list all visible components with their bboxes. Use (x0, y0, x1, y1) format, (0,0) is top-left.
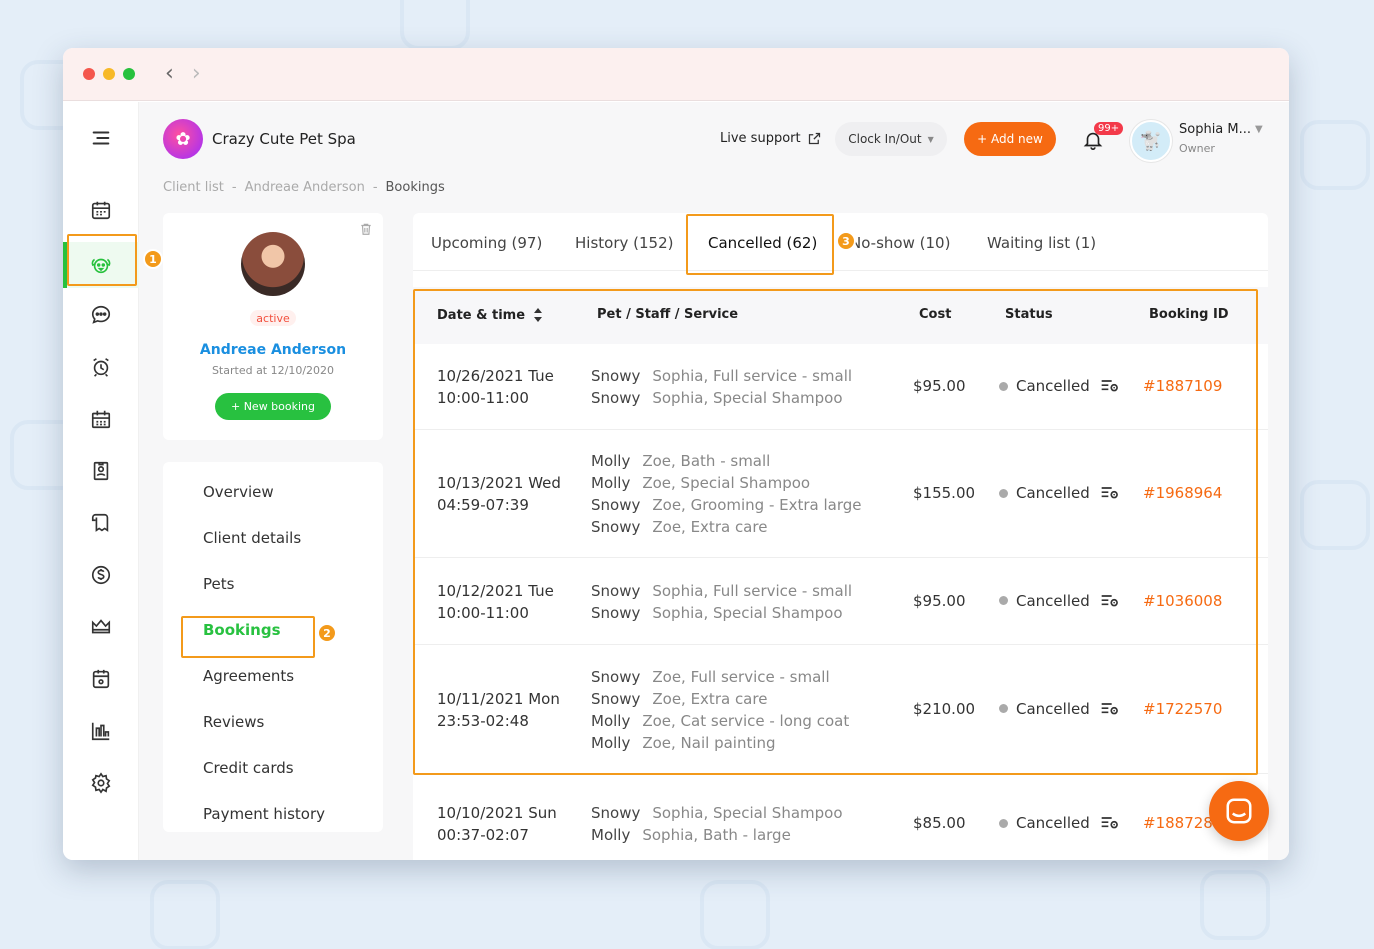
client-started-date: Started at 12/10/2020 (211, 364, 335, 377)
external-link-icon (808, 132, 820, 145)
booking-cost: $85.00 (913, 814, 966, 832)
main-content: ✿ Crazy Cute Pet Spa Live support Clock … (67, 102, 1289, 860)
live-support-link[interactable]: Live support (720, 131, 822, 146)
add-new-button[interactable]: + Add new (964, 122, 1056, 156)
chat-bubble-icon (1226, 798, 1252, 824)
staff-service: Sophia, Bath - large (642, 826, 791, 844)
badge-icon[interactable] (63, 451, 139, 491)
live-support-label: Live support (720, 131, 801, 146)
booking-datetime: 10/10/2021 Sun 00:37-02:07 (437, 802, 557, 846)
trash-icon[interactable] (359, 221, 373, 240)
app-body: ✿ Crazy Cute Pet Spa Live support Clock … (63, 102, 1289, 860)
menu-item-agreements[interactable]: Agreements (203, 667, 294, 685)
chart-icon[interactable] (63, 711, 139, 751)
highlight-box-clients (67, 234, 137, 286)
client-avatar (241, 232, 305, 296)
status-label: Cancelled (1016, 814, 1090, 832)
status-dot (999, 818, 1008, 828)
brand-logo: ✿ (163, 119, 203, 159)
service-line: Snowy Sophia, Special Shampoo (591, 802, 843, 824)
chat-icon[interactable] (63, 295, 139, 335)
highlight-box-table (413, 289, 1258, 775)
menu-item-reviews[interactable]: Reviews (203, 713, 264, 731)
back-button[interactable]: ‹ (165, 63, 174, 85)
user-menu-caret-icon[interactable]: ▼ (1255, 124, 1263, 135)
highlight-box-bookings (181, 616, 315, 658)
user-role: Owner (1179, 142, 1215, 155)
status-badge: active (250, 310, 296, 326)
planner-icon[interactable] (63, 659, 139, 699)
staff-service: Sophia, Special Shampoo (652, 804, 843, 822)
callout-3: 3 (836, 231, 856, 251)
close-window-button[interactable] (83, 68, 95, 80)
menu-item-credit-cards[interactable]: Credit cards (203, 759, 294, 777)
schedule-icon[interactable] (63, 399, 139, 439)
callout-1: 1 (143, 249, 163, 269)
top-bar: ✿ Crazy Cute Pet Spa Live support Clock … (139, 102, 1289, 172)
breadcrumb: Client list - Andreae Anderson - Booking… (163, 180, 445, 195)
new-booking-button[interactable]: + New booking (215, 393, 331, 420)
tab-waiting-list[interactable]: Waiting list (1) (987, 234, 1096, 252)
booking-id-link[interactable]: #188728 (1143, 814, 1213, 832)
client-profile-card: active Andreae Anderson Started at 12/10… (163, 213, 383, 440)
breadcrumb-current: Bookings (385, 180, 445, 195)
menu-item-overview[interactable]: Overview (203, 483, 274, 501)
booking-status: Cancelled (999, 814, 1120, 832)
breadcrumb-client-list[interactable]: Client list (163, 180, 224, 195)
clock-in-out-label: Clock In/Out (848, 132, 922, 146)
breadcrumb-separator: - (372, 180, 378, 195)
booking-time: 00:37-02:07 (437, 826, 529, 844)
dollar-icon[interactable] (63, 555, 139, 595)
pet-name: Snowy (591, 804, 641, 822)
brand-name: Crazy Cute Pet Spa (212, 130, 356, 148)
breadcrumb-client-name[interactable]: Andreae Anderson (245, 180, 365, 195)
tab-no-show[interactable]: No-show (10) (850, 234, 950, 252)
booking-services: Snowy Sophia, Special Shampoo Molly Sophia,… (591, 802, 843, 846)
menu-item-payment-history[interactable]: Payment history (203, 805, 325, 823)
highlight-box-cancelled-tab (686, 214, 834, 275)
title-bar: ‹ › (63, 48, 1289, 101)
settings-icon[interactable] (63, 763, 139, 803)
service-line: Molly Sophia, Bath - large (591, 824, 843, 846)
menu-item-client-details[interactable]: Client details (203, 529, 301, 547)
user-avatar[interactable]: 🐩 (1130, 120, 1172, 162)
tab-history[interactable]: History (152) (575, 234, 673, 252)
calendar-icon[interactable] (63, 190, 139, 230)
status-settings-icon[interactable] (1100, 814, 1120, 832)
caret-down-icon: ▼ (927, 134, 934, 144)
user-name[interactable]: Sophia M... (1179, 122, 1251, 137)
pet-name: Molly (591, 826, 631, 844)
breadcrumb-separator: - (231, 180, 237, 195)
clock-in-out-button[interactable]: Clock In/Out ▼ (835, 122, 947, 156)
sidebar-rail (63, 102, 139, 860)
chat-launcher-button[interactable] (1209, 781, 1269, 841)
crown-icon[interactable] (63, 607, 139, 647)
forward-button[interactable]: › (192, 63, 201, 85)
menu-icon[interactable] (63, 118, 139, 158)
callout-2: 2 (317, 623, 337, 643)
booking-date: 10/10/2021 Sun (437, 804, 557, 822)
tab-upcoming[interactable]: Upcoming (97) (431, 234, 542, 252)
table-row[interactable]: 10/10/2021 Sun 00:37-02:07 Snowy Sophia, Sp… (413, 774, 1268, 860)
maximize-window-button[interactable] (123, 68, 135, 80)
menu-item-pets[interactable]: Pets (203, 575, 234, 593)
receipt-icon[interactable] (63, 503, 139, 543)
alarm-icon[interactable] (63, 347, 139, 387)
client-name[interactable]: Andreae Anderson (163, 342, 383, 358)
notification-badge: 99+ (1094, 122, 1124, 135)
minimize-window-button[interactable] (103, 68, 115, 80)
app-window: ‹ › ✿ Crazy Cute Pet Spa Live support Cl… (63, 48, 1289, 860)
